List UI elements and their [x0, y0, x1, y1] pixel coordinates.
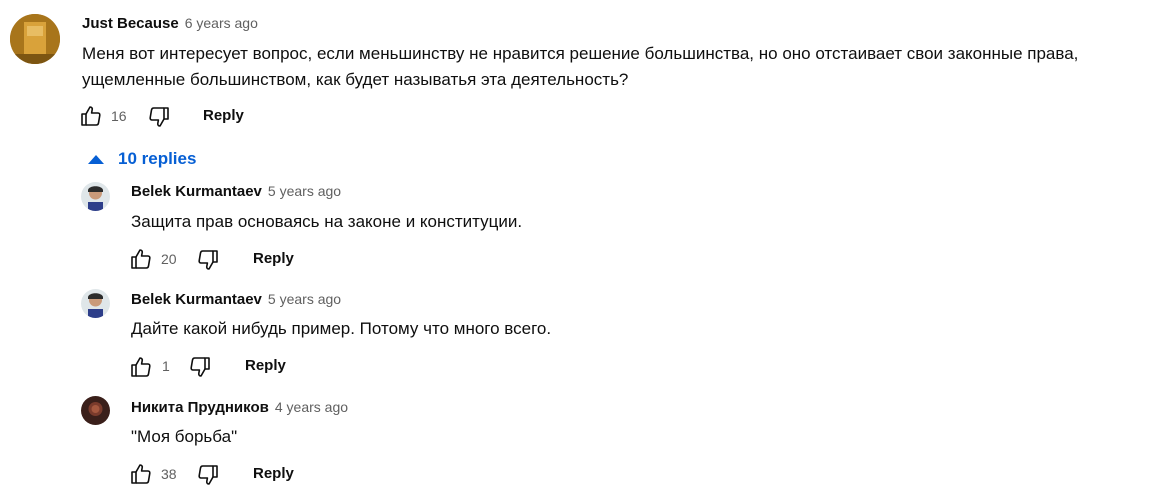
thumb-up-icon[interactable] — [79, 104, 103, 133]
reply-avatar[interactable] — [81, 396, 110, 425]
reply-button[interactable]: Reply — [245, 357, 286, 374]
comment-time[interactable]: 6 years ago — [185, 15, 258, 31]
thumb-down-icon[interactable] — [147, 105, 171, 134]
reply-button[interactable]: Reply — [203, 107, 244, 124]
reply-header: Belek Kurmantaev 5 years ago — [131, 291, 341, 309]
thumb-down-icon[interactable] — [188, 355, 212, 384]
reply-time[interactable]: 4 years ago — [275, 399, 348, 415]
reply-author[interactable]: Belek Kurmantaev — [131, 183, 262, 200]
reply-author[interactable]: Belek Kurmantaev — [131, 291, 262, 308]
reply-header: Belek Kurmantaev 5 years ago — [131, 183, 341, 201]
comment-text-line-1: Меня вот интересует вопрос, если меньшин… — [82, 44, 1079, 63]
reply-time[interactable]: 5 years ago — [268, 183, 341, 199]
thumb-down-icon[interactable] — [196, 248, 220, 277]
avatar[interactable] — [10, 14, 60, 64]
reply-avatar[interactable] — [81, 289, 110, 318]
like-count: 1 — [162, 358, 170, 374]
reply-header: Никита Прудников 4 years ago — [131, 399, 348, 417]
reply-button[interactable]: Reply — [253, 465, 294, 482]
caret-up-icon — [88, 154, 104, 164]
like-count: 38 — [161, 466, 177, 482]
reply-time[interactable]: 5 years ago — [268, 291, 341, 307]
replies-toggle-label: 10 replies — [118, 149, 197, 168]
reply-author[interactable]: Никита Прудников — [131, 399, 269, 416]
avatar-image — [10, 14, 60, 64]
thumb-up-icon[interactable] — [129, 355, 153, 384]
reply-text: "Моя борьба" — [131, 427, 238, 446]
replies-toggle[interactable]: 10 replies — [88, 149, 196, 169]
comment-author[interactable]: Just Because — [82, 15, 179, 32]
reply-text: Защита прав основаясь на законе и консти… — [131, 212, 523, 231]
comment-text-line-2: ущемленные большинством, как будет назыв… — [82, 70, 629, 89]
comment-header: Just Because 6 years ago — [82, 15, 258, 33]
thumb-up-icon[interactable] — [129, 462, 153, 491]
thumb-down-icon[interactable] — [196, 463, 220, 492]
thumb-up-icon[interactable] — [129, 247, 153, 276]
reply-text: Дайте какой нибудь пример. Потому что мн… — [131, 319, 552, 338]
like-count: 20 — [161, 251, 177, 267]
reply-button[interactable]: Reply — [253, 250, 294, 267]
reply-avatar[interactable] — [81, 182, 110, 211]
like-count: 16 — [111, 108, 127, 124]
